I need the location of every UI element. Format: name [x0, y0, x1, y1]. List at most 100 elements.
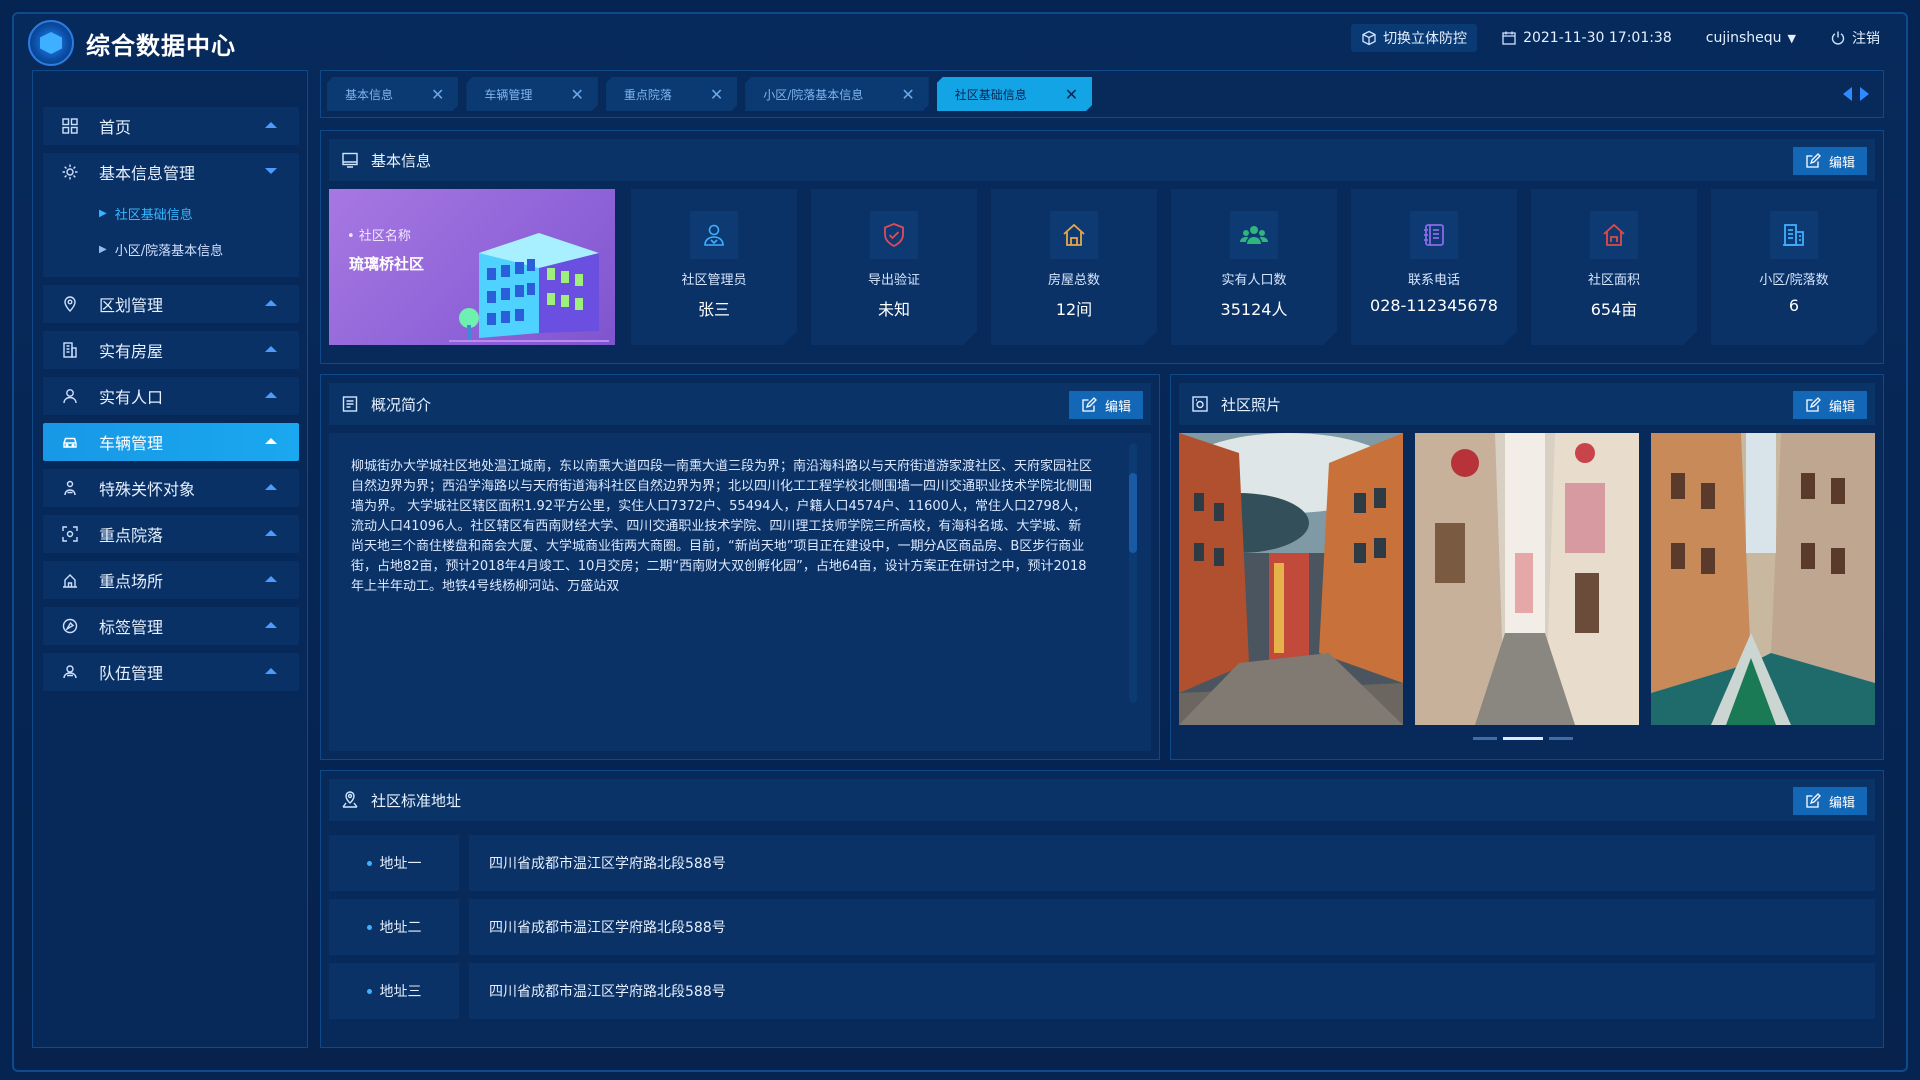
tab-vehicles[interactable]: 车辆管理 ✕: [466, 77, 597, 111]
chevron-up-icon: [265, 122, 277, 128]
sidebar-item-housing[interactable]: 实有房屋: [43, 331, 299, 369]
header-actions: 切换立体防控 2021-11-30 17:01:38 cujinshequ ▼ …: [1351, 24, 1890, 52]
photos-panel: 社区照片 编辑: [1170, 374, 1884, 760]
sidebar-item-home[interactable]: 首页: [43, 107, 299, 145]
basic-info-panel: 基本信息 编辑 • 社区名称 琉璃桥社区 社区管理员 张三 导出验证 未知 房屋…: [320, 130, 1884, 364]
sidebar-item-label: 实有房屋: [99, 342, 164, 361]
stat-value: 6: [1788, 296, 1800, 315]
stat-value: 未知: [877, 300, 910, 319]
document-icon: [342, 396, 358, 412]
edit-overview-button[interactable]: 编辑: [1068, 391, 1143, 419]
chevron-up-icon: [265, 438, 277, 444]
edit-icon: [1806, 153, 1821, 168]
sidebar-item-label: 区划管理: [99, 296, 164, 315]
stat-value: 张三: [697, 300, 730, 319]
community-name-label: • 社区名称: [347, 229, 411, 244]
carousel-dot[interactable]: [1549, 737, 1573, 740]
tab-label: 重点院落: [623, 87, 672, 102]
tab-key-courtyards[interactable]: 重点院落 ✕: [606, 77, 737, 111]
stat-houses: 房屋总数 12间: [991, 189, 1157, 345]
tab-courtyard-info[interactable]: 小区/院落基本信息 ✕: [745, 77, 928, 111]
logout-label: 注销: [1852, 31, 1880, 47]
close-icon[interactable]: ✕: [1065, 85, 1078, 104]
tab-label: 车辆管理: [484, 87, 533, 102]
stat-label: 小区/院落数: [1759, 273, 1829, 288]
tab-prev-icon[interactable]: [1843, 87, 1852, 101]
chevron-down-icon: [265, 168, 277, 174]
arrow-right-icon: ▶: [99, 243, 107, 255]
sidebar-menu: 首页 基本信息管理 ▶ 社区基础信息 ▶ 小区/院落基本信息 区划管理 实有房屋: [43, 107, 299, 699]
sidebar-subitem-courtyard-info[interactable]: ▶ 小区/院落基本信息: [99, 231, 299, 267]
community-name: 琉璃桥社区: [349, 255, 425, 273]
photo-carousel-indicators: [1473, 737, 1573, 740]
stat-courtyards: 小区/院落数 6: [1711, 189, 1877, 345]
datetime-text: 2021-11-30 17:01:38: [1523, 30, 1672, 46]
sidebar-item-key-venues[interactable]: 重点场所: [43, 561, 299, 599]
edit-photos-button[interactable]: 编辑: [1792, 391, 1867, 419]
edit-address-button[interactable]: 编辑: [1792, 787, 1867, 815]
address-label: 地址二: [329, 899, 459, 955]
switch-3d-button[interactable]: 切换立体防控: [1351, 24, 1478, 52]
sidebar-item-basic-info[interactable]: 基本信息管理: [43, 153, 299, 191]
logout-button[interactable]: 注销: [1820, 24, 1890, 52]
sidebar-item-label: 重点院落: [99, 526, 164, 545]
sidebar-item-label: 队伍管理: [99, 664, 164, 683]
car-icon: [63, 437, 77, 448]
canal-photo[interactable]: [1651, 433, 1875, 725]
address-value: 四川省成都市温江区学府路北段588号: [469, 835, 1875, 891]
sidebar-item-teams[interactable]: 队伍管理: [43, 653, 299, 691]
alley-photo[interactable]: [1415, 433, 1639, 725]
tag-icon: [62, 618, 78, 634]
tab-next-icon[interactable]: [1860, 87, 1869, 101]
address-panel: 社区标准地址 编辑 地址一 四川省成都市温江区学府路北段588号 地址二 四川省…: [320, 770, 1884, 1048]
header: 综合数据中心 切换立体防控 2021-11-30 17:01:38 cujins…: [0, 0, 1920, 76]
phone-book-icon: [1410, 211, 1458, 259]
sidebar-item-vehicles[interactable]: 车辆管理: [43, 423, 299, 461]
courtyard-icon: [1770, 211, 1818, 259]
sidebar-item-division[interactable]: 区划管理: [43, 285, 299, 323]
street-photo[interactable]: [1179, 433, 1403, 725]
sidebar-subitem-label: 社区基础信息: [114, 207, 193, 223]
close-icon[interactable]: ✕: [710, 85, 723, 104]
calendar-icon: [1502, 31, 1516, 45]
overview-text: 柳城街办大学城社区地处温江城南，东以南熏大道四段一南熏大道三段为界；南沿海科路以…: [351, 459, 1093, 594]
address-row: 地址三 四川省成都市温江区学府路北段588号: [329, 963, 1875, 1019]
carousel-dot[interactable]: [1503, 737, 1543, 740]
address-header: 社区标准地址 编辑: [329, 779, 1875, 821]
venue-icon: [63, 574, 77, 588]
close-icon[interactable]: ✕: [431, 85, 444, 104]
close-icon[interactable]: ✕: [570, 85, 583, 104]
stat-value: 12间: [1055, 300, 1093, 319]
camera-icon: [1192, 396, 1208, 412]
chevron-up-icon: [265, 530, 277, 536]
panel-title: 概况简介: [371, 395, 432, 414]
chevron-up-icon: [265, 622, 277, 628]
stat-value: 654亩: [1590, 300, 1638, 319]
sidebar-item-key-courtyards[interactable]: 重点院落: [43, 515, 299, 553]
chevron-up-icon: [265, 668, 277, 674]
edit-label: 编辑: [1828, 399, 1855, 415]
close-icon[interactable]: ✕: [901, 85, 914, 104]
edit-basic-info-button[interactable]: 编辑: [1792, 147, 1867, 175]
sidebar-item-special-care[interactable]: 特殊关怀对象: [43, 469, 299, 507]
address-label: 地址一: [329, 835, 459, 891]
user-menu[interactable]: cujinshequ ▼: [1696, 26, 1806, 50]
tab-community-info[interactable]: 社区基础信息 ✕: [937, 77, 1092, 111]
scrollbar-thumb[interactable]: [1129, 473, 1137, 553]
address-value: 四川省成都市温江区学府路北段588号: [469, 899, 1875, 955]
tab-list: 基本信息 ✕ 车辆管理 ✕ 重点院落 ✕ 小区/院落基本信息 ✕ 社区基础信息 …: [327, 77, 1092, 111]
stat-label: 社区面积: [1587, 273, 1640, 288]
tab-basic-info[interactable]: 基本信息 ✕: [327, 77, 458, 111]
edit-icon: [1082, 397, 1097, 412]
settings-icon: [62, 164, 78, 180]
sidebar-item-tags[interactable]: 标签管理: [43, 607, 299, 645]
chevron-up-icon: [265, 346, 277, 352]
shield-icon: [870, 211, 918, 259]
sidebar-subitem-community-info[interactable]: ▶ 社区基础信息: [99, 195, 299, 231]
carousel-dot[interactable]: [1473, 737, 1497, 740]
sidebar-item-population[interactable]: 实有人口: [43, 377, 299, 415]
sidebar-item-label: 重点场所: [99, 572, 164, 591]
power-icon: [1831, 31, 1845, 45]
datetime: 2021-11-30 17:01:38: [1491, 26, 1682, 50]
overview-scrollbar[interactable]: [1129, 443, 1137, 703]
